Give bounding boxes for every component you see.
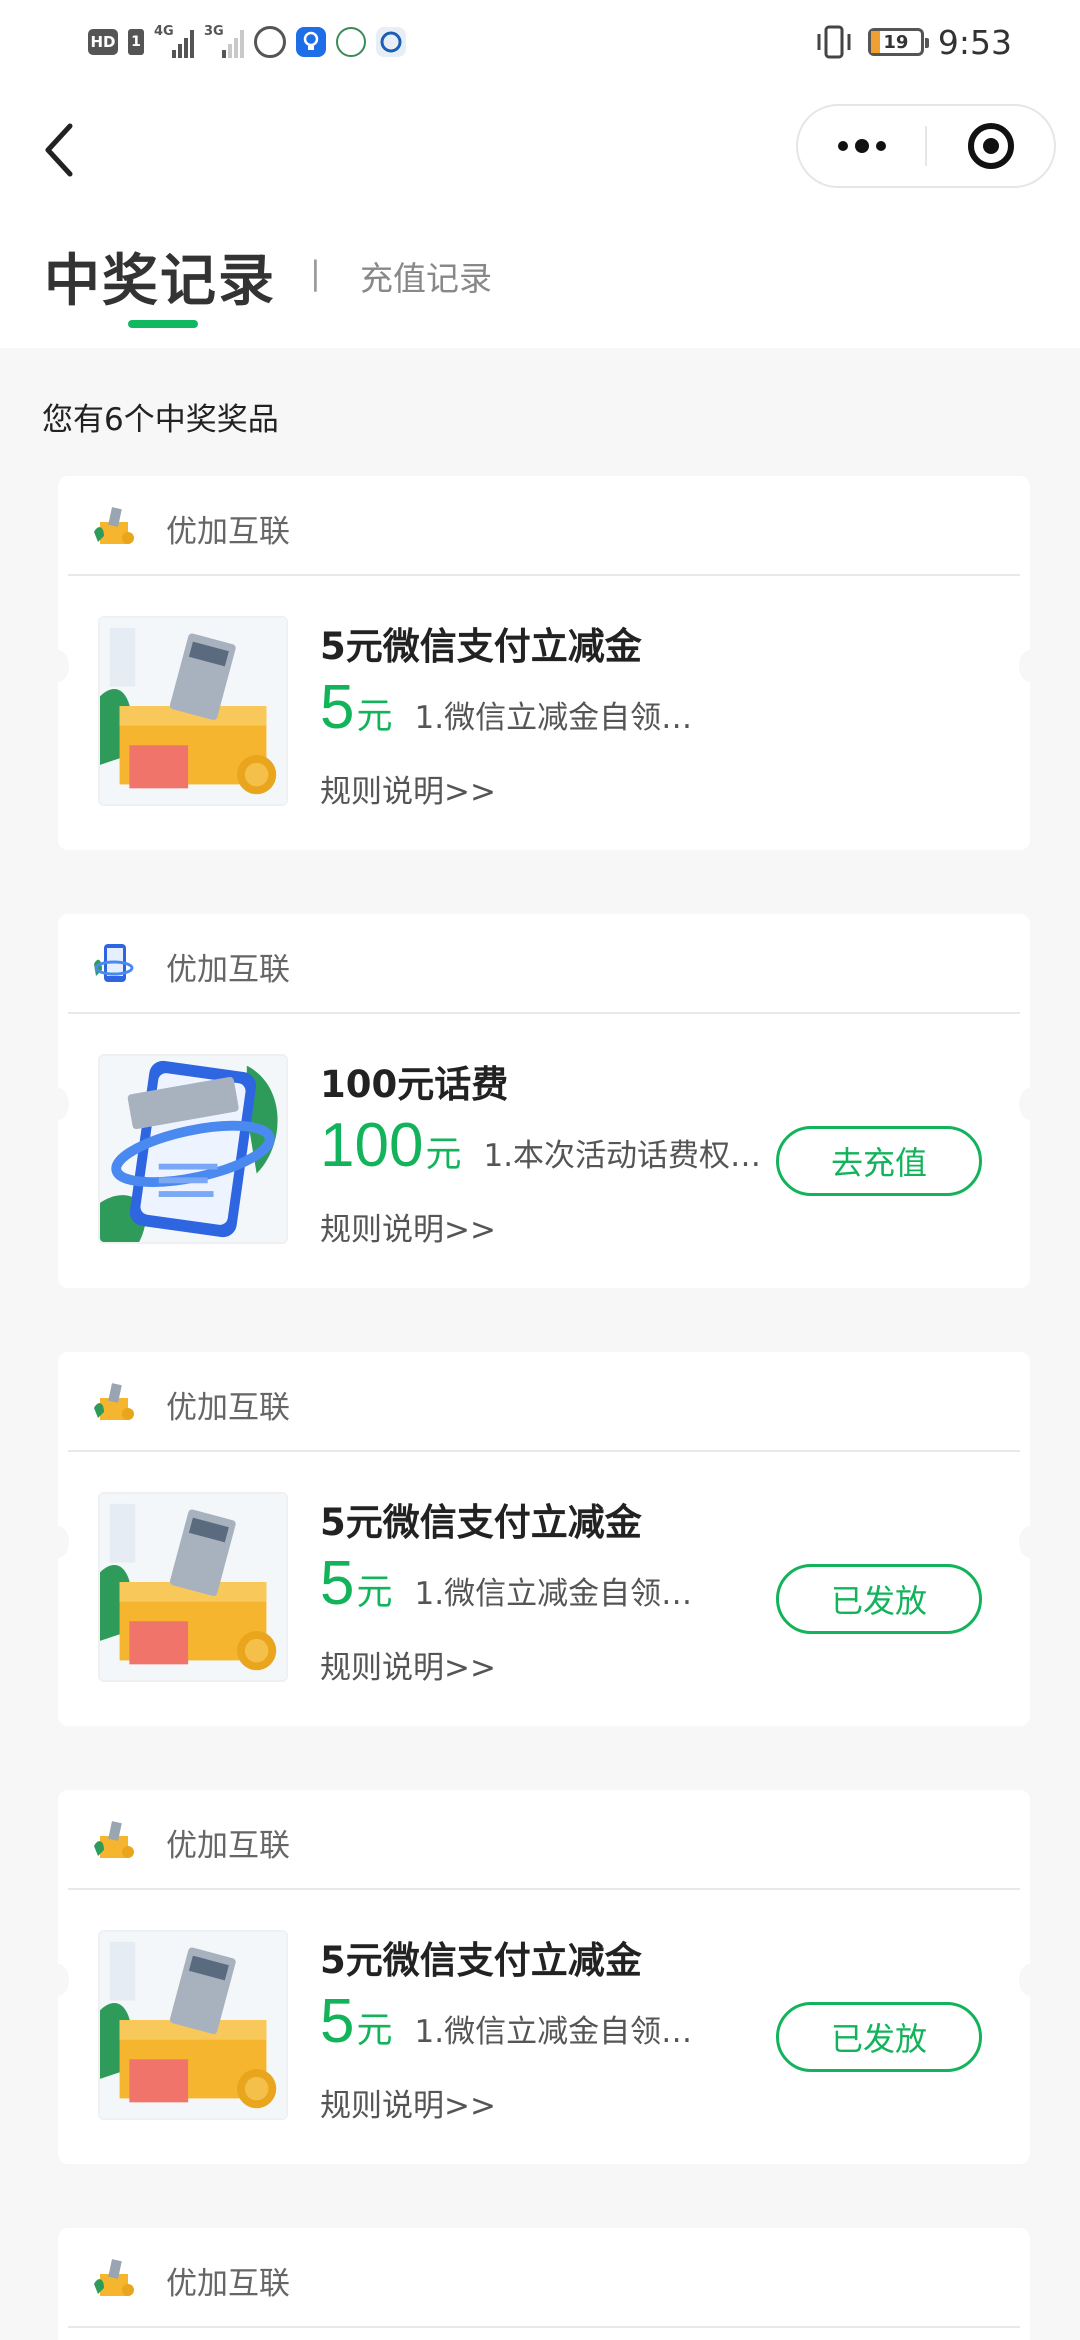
- phone-bill-icon: [94, 944, 134, 982]
- recharge-button[interactable]: 去充值: [776, 1126, 982, 1196]
- prize-title: 5元微信支付立减金: [320, 1501, 642, 1544]
- price-row: 5 元 1.微信立减金自领…: [320, 672, 692, 742]
- prize-count-summary: 您有6个中奖奖品: [42, 402, 279, 438]
- card-header: 优加互联: [68, 1790, 1020, 1890]
- card-header: 优加互联: [68, 2228, 1020, 2328]
- prize-description: 1.微信立减金自领…: [414, 1576, 693, 1612]
- battery-level: 19: [883, 31, 909, 53]
- rules-link[interactable]: 规则说明>>: [320, 2080, 496, 2125]
- card-header: 优加互联: [68, 1352, 1020, 1452]
- price-row: 100 元 1.本次活动话费权…: [320, 1110, 761, 1180]
- brand-name: 优加互联: [166, 2266, 290, 2302]
- prize-description: 1.微信立减金自领…: [414, 700, 693, 736]
- prize-card[interactable]: 优加互联 100元话费 100 元 1.本次活动话费权… 规则说明>> 去充值: [47, 914, 1041, 1288]
- prize-card[interactable]: 优加互联 5元微信支付立减金 5 元 1.微信立减金自领… 规则说明>> 已发放: [47, 1790, 1041, 2164]
- prize-description: 1.本次活动话费权…: [483, 1138, 762, 1174]
- prize-amount: 5: [320, 1987, 355, 2056]
- prize-unit: 元: [356, 1572, 393, 1613]
- green-app-icon: [336, 27, 366, 57]
- rules-link[interactable]: 规则说明>>: [320, 1204, 496, 1249]
- prize-image: [98, 1492, 288, 1682]
- rules-link[interactable]: 规则说明>>: [320, 1642, 496, 1687]
- prize-card[interactable]: 优加互联 5元微信支付立减金 5 元 1.微信立减金自领… 规则说明>>: [47, 476, 1041, 850]
- bulb-app-icon: [296, 27, 326, 57]
- card-header: 优加互联: [68, 914, 1020, 1014]
- signal-3g-label: 3G: [204, 24, 224, 39]
- price-row: 5 元 1.微信立减金自领…: [320, 1548, 692, 1618]
- tab-recharge-records[interactable]: 充值记录: [360, 252, 492, 300]
- prize-description: 1.微信立减金自领…: [414, 2014, 693, 2050]
- brand-name: 优加互联: [166, 1390, 290, 1426]
- more-dots-icon[interactable]: [798, 106, 925, 186]
- prize-amount: 5: [320, 673, 355, 742]
- issued-button[interactable]: 已发放: [776, 2002, 982, 2072]
- tab-bar: 中奖记录 | 充值记录: [0, 226, 1080, 348]
- blue-app-icon: [376, 27, 406, 57]
- brand-name: 优加互联: [166, 952, 290, 988]
- status-bar: HD 1 4G 3G 19 9:53: [0, 0, 1080, 84]
- hand-app-icon: [254, 26, 286, 58]
- prize-image: [98, 1930, 288, 2120]
- rules-link[interactable]: 规则说明>>: [320, 766, 496, 811]
- tab-active-indicator: [128, 320, 198, 328]
- tab-prize-records[interactable]: 中奖记录: [44, 236, 276, 317]
- card-header: 优加互联: [68, 476, 1020, 576]
- gift-box-icon: [94, 507, 134, 544]
- signal-4g-label: 4G: [154, 24, 174, 39]
- tab-separator: |: [310, 254, 321, 292]
- target-circle-icon[interactable]: [927, 106, 1054, 186]
- issued-button[interactable]: 已发放: [776, 1564, 982, 1634]
- brand-name: 优加互联: [166, 514, 290, 550]
- prize-unit: 元: [356, 2010, 393, 2051]
- gift-box-icon: [94, 1821, 134, 1858]
- back-icon[interactable]: [40, 120, 80, 180]
- sim-badge: 1: [128, 29, 144, 55]
- prize-amount: 100: [320, 1111, 424, 1180]
- prize-title: 5元微信支付立减金: [320, 625, 642, 668]
- prize-title: 5元微信支付立减金: [320, 1939, 642, 1982]
- prize-card[interactable]: 优加互联: [58, 2228, 1030, 2340]
- prize-amount: 5: [320, 1549, 355, 1618]
- signal-3g-icon: 3G: [204, 24, 244, 58]
- gift-box-icon: [94, 2259, 134, 2296]
- status-left: HD 1 4G 3G: [88, 22, 406, 62]
- signal-4g-icon: 4G: [154, 24, 194, 58]
- vibrate-icon: [817, 25, 851, 59]
- gift-box-icon: [94, 1383, 134, 1420]
- status-time: 9:53: [937, 22, 1012, 62]
- hd-badge: HD: [88, 29, 118, 55]
- battery-icon: 19: [867, 28, 929, 56]
- status-right: 19 9:53: [814, 18, 1012, 66]
- mini-program-capsule: [796, 104, 1056, 188]
- nav-bar: [0, 84, 1080, 232]
- prize-image: [98, 1054, 288, 1244]
- prize-unit: 元: [356, 696, 393, 737]
- prize-unit: 元: [425, 1134, 462, 1175]
- prize-title: 100元话费: [320, 1063, 509, 1106]
- prize-image: [98, 616, 288, 806]
- prize-card[interactable]: 优加互联 5元微信支付立减金 5 元 1.微信立减金自领… 规则说明>> 已发放: [47, 1352, 1041, 1726]
- brand-name: 优加互联: [166, 1828, 290, 1864]
- price-row: 5 元 1.微信立减金自领…: [320, 1986, 692, 2056]
